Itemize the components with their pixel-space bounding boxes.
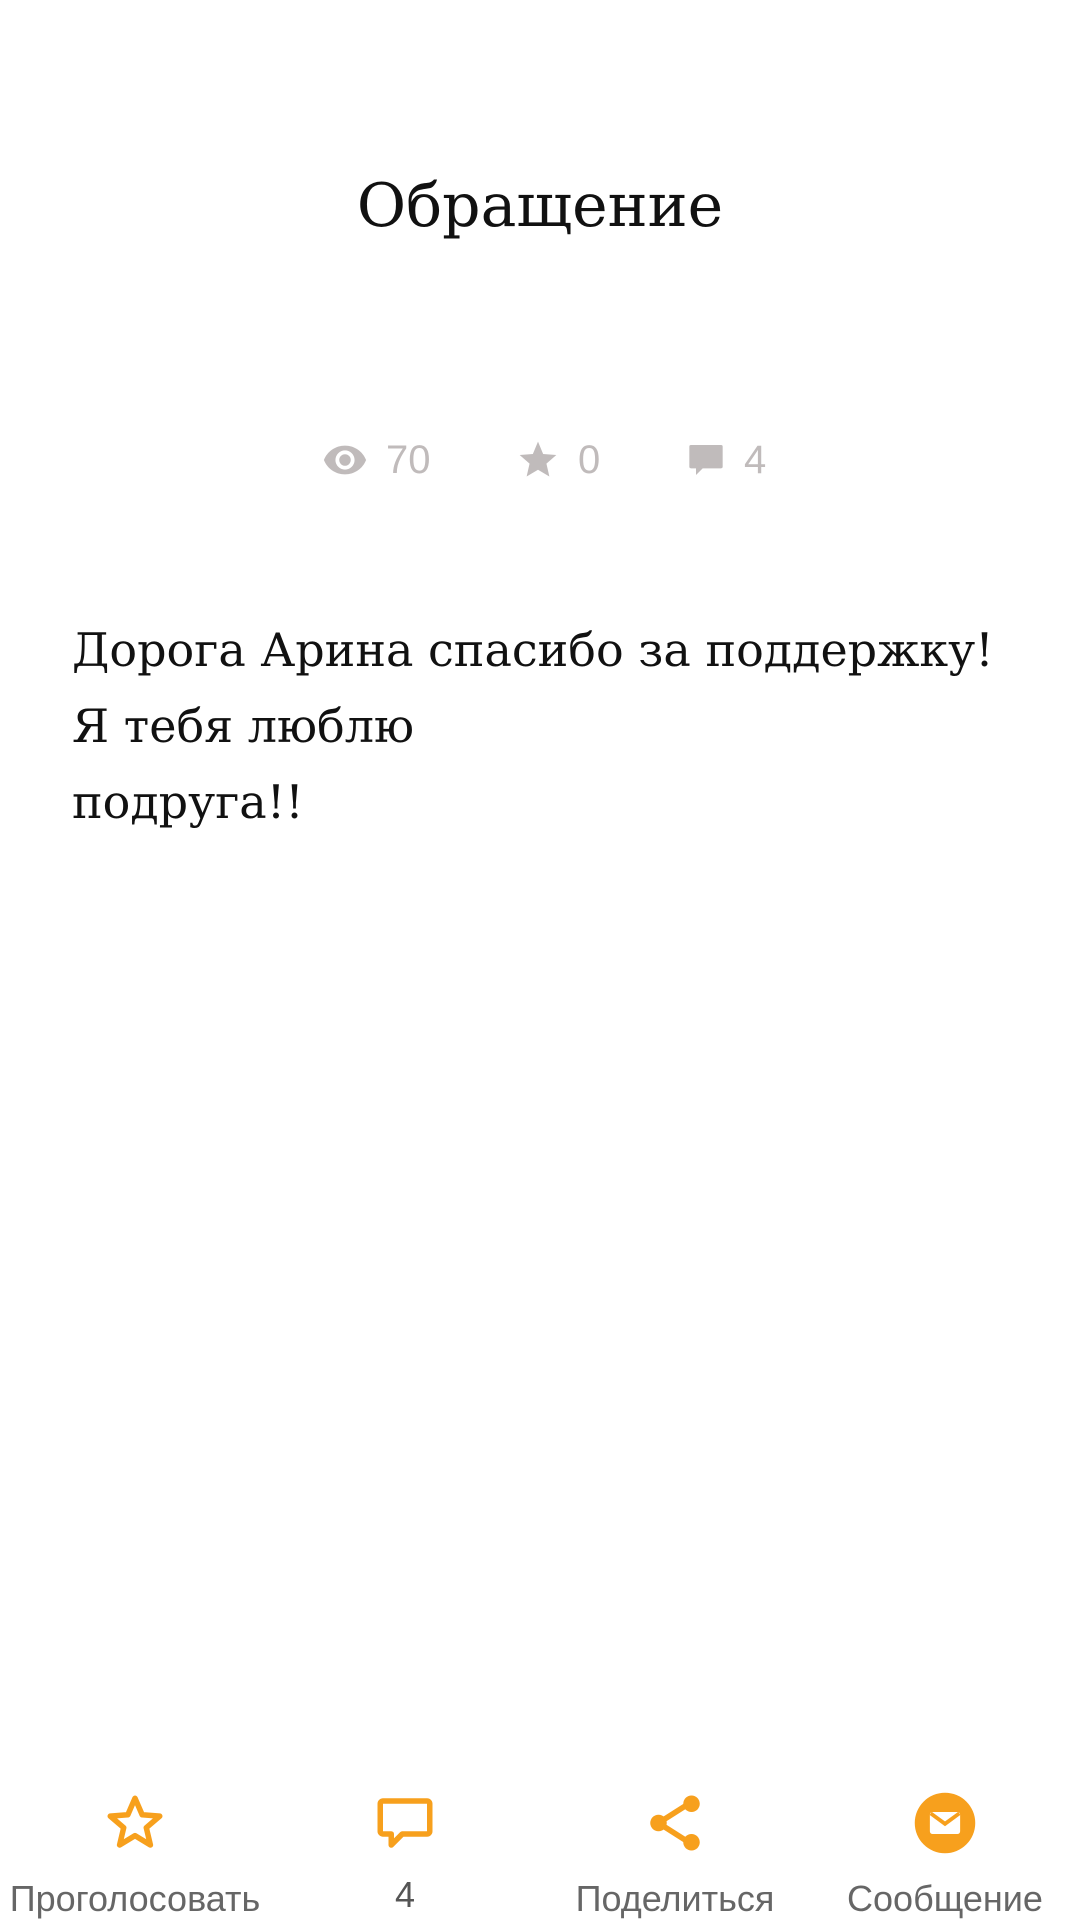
post-title: Обращение <box>356 171 724 241</box>
bottom-action-bar: Проголосовать 4 Поделиться Сообщение <box>0 1770 1080 1920</box>
comments-stat: 4 <box>686 430 766 490</box>
votes-stat: 0 <box>516 430 600 490</box>
vote-label: Проголосовать <box>9 1878 261 1919</box>
vote-button[interactable]: Проголосовать <box>0 1770 270 1920</box>
eye-icon <box>323 445 367 475</box>
share-button[interactable]: Поделиться <box>540 1770 810 1920</box>
views-count: 70 <box>386 437 431 482</box>
post-stats: 70 0 4 <box>0 430 1080 490</box>
comments-button[interactable]: 4 <box>270 1770 540 1920</box>
star-icon <box>519 441 557 477</box>
message-label: Сообщение <box>847 1878 1043 1919</box>
comments-count: 4 <box>744 437 767 482</box>
share-label: Поделиться <box>575 1878 775 1919</box>
message-button[interactable]: Сообщение <box>810 1770 1080 1920</box>
comment-outline-icon <box>377 1798 433 1848</box>
share-icon <box>650 1795 700 1851</box>
comments-bar-count: 4 <box>394 1874 416 1915</box>
post-body: Дорога Арина спасибо за поддержку! Я теб… <box>72 612 1032 840</box>
post-body-line: подруга!! <box>72 775 304 829</box>
views-stat: 70 <box>322 430 431 490</box>
votes-count: 0 <box>578 437 601 482</box>
comment-icon <box>689 445 723 475</box>
star-outline-icon <box>107 1795 163 1848</box>
post-body-line: Я тебя люблю <box>72 699 415 753</box>
mail-icon <box>914 1792 976 1854</box>
post-body-line: Дорога Арина спасибо за поддержку! <box>72 623 994 677</box>
